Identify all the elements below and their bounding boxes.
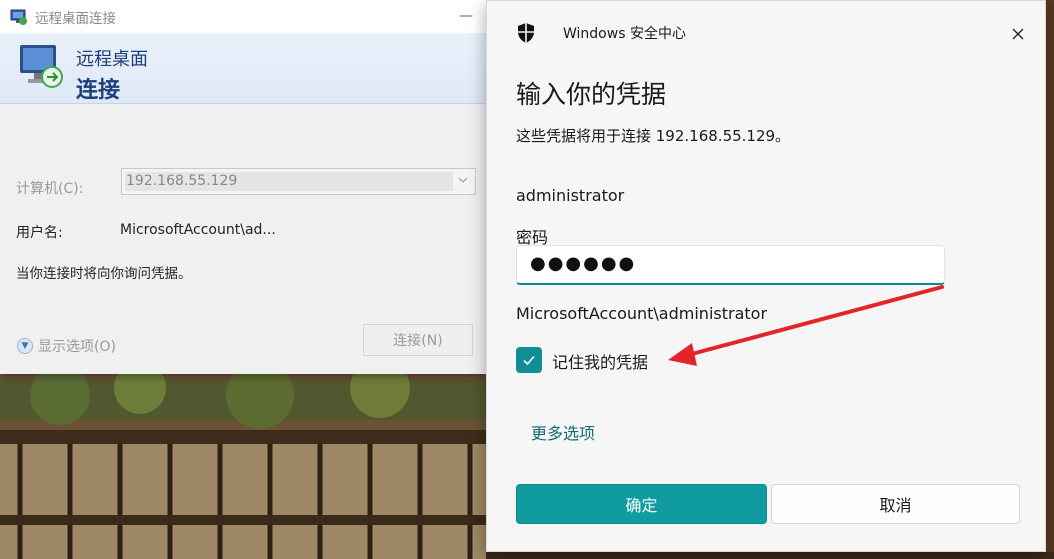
rdp-banner-subtitle: 连接 [76, 78, 121, 103]
rdp-app-icon [10, 9, 27, 25]
username-display: administrator [516, 186, 625, 205]
dialog-description: 这些凭据将用于连接 192.168.55.129。 [516, 127, 791, 145]
security-app-title: Windows 安全中心 [563, 26, 686, 42]
computer-value: 192.168.55.129 [126, 173, 238, 189]
rdp-window: 远程桌面连接 — 远程桌面 连接 计算机(C): 192.168.55.129 … [0, 0, 488, 374]
more-options-link[interactable]: 更多选项 [531, 420, 595, 444]
show-options-toggle[interactable]: ▼ 显示选项(O) [17, 336, 116, 356]
show-options-label: 显示选项(O) [38, 339, 116, 355]
computer-label: 计算机(C): [16, 181, 84, 197]
rdp-window-title: 远程桌面连接 [35, 10, 116, 27]
account-display: MicrosoftAccount\administrator [516, 304, 768, 323]
chevron-down-icon [458, 177, 468, 183]
minimize-button[interactable]: — [458, 8, 474, 24]
rdp-banner: 远程桌面 连接 [0, 33, 488, 104]
close-icon[interactable] [1009, 25, 1027, 43]
shield-icon [518, 23, 534, 43]
security-dialog: Windows 安全中心 输入你的凭据 这些凭据将用于连接 192.168.55… [486, 0, 1046, 552]
ok-button[interactable]: 确定 [516, 484, 767, 524]
expand-options-icon: ▼ [17, 338, 33, 354]
rdp-banner-title: 远程桌面 [76, 49, 148, 70]
remember-credentials-label[interactable]: 记住我的凭据 [552, 349, 648, 373]
remember-credentials-checkbox[interactable] [516, 347, 542, 373]
rdp-monitor-icon [20, 45, 63, 88]
password-value: ●●●●●● [530, 253, 637, 274]
rdp-titlebar[interactable]: 远程桌面连接 — [0, 0, 488, 33]
username-label: 用户名: [16, 225, 63, 241]
credential-prompt-note: 当你连接时将向你询问凭据。 [16, 266, 192, 282]
dialog-heading: 输入你的凭据 [516, 80, 667, 109]
security-header: Windows 安全中心 [516, 22, 686, 44]
cancel-button[interactable]: 取消 [771, 484, 1020, 524]
password-field[interactable]: ●●●●●● [516, 245, 945, 285]
checkmark-icon [523, 355, 535, 366]
username-value: MicrosoftAccount\ad... [120, 222, 276, 238]
computer-combobox[interactable]: 192.168.55.129 [121, 168, 476, 195]
connect-button[interactable]: 连接(N) [363, 324, 473, 356]
